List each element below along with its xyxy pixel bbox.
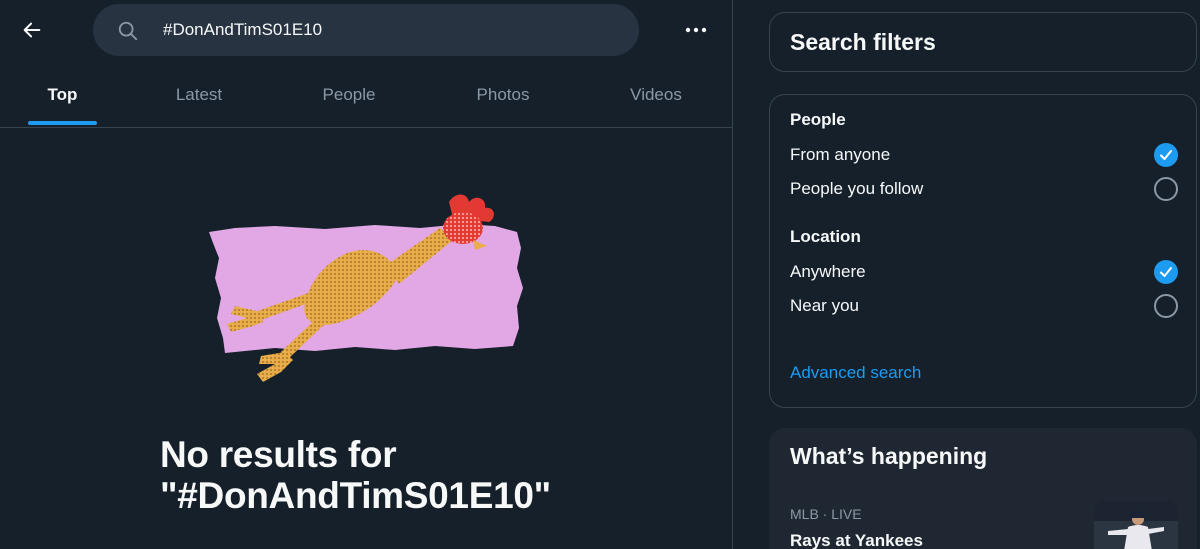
radio-checked-icon[interactable] (1154, 143, 1178, 167)
tab-people[interactable]: People (305, 62, 393, 127)
rubber-chicken-illustration (209, 194, 523, 382)
trend-title[interactable]: Rays at Yankees (790, 531, 923, 549)
trend-meta: MLB · LIVE (790, 506, 862, 522)
filter-option-label: From anyone (790, 145, 891, 164)
filter-option-near-you[interactable]: Near you (770, 289, 1196, 323)
filter-option-people-you-follow[interactable]: People you follow (770, 172, 1196, 206)
tab-videos[interactable]: Videos (615, 62, 697, 127)
filter-option-from-anyone[interactable]: From anyone (770, 138, 1196, 172)
no-results-heading: No results for "#DonAndTimS01E10" (160, 434, 551, 516)
arrow-left-icon (23, 22, 41, 38)
whats-happening-panel: What’s happening MLB · LIVE Rays at Yank… (769, 428, 1197, 549)
page: Top Latest People Photos Videos (0, 0, 1200, 549)
more-horizontal-icon (685, 27, 707, 33)
more-options-button[interactable] (676, 12, 716, 48)
back-button[interactable] (14, 12, 50, 48)
tab-top[interactable]: Top (28, 62, 97, 127)
radio-checked-icon[interactable] (1154, 260, 1178, 284)
search-tabs: Top Latest People Photos Videos (0, 62, 732, 128)
search-box[interactable] (93, 4, 639, 56)
filter-option-label: People you follow (790, 179, 924, 198)
search-filters-panel: People From anyone People you follow Loc… (769, 94, 1197, 408)
search-header (0, 0, 732, 62)
search-input[interactable] (163, 4, 623, 56)
search-filters-title: Search filters (790, 29, 936, 55)
location-filter-title: Location (790, 227, 861, 246)
whats-happening-title: What’s happening (790, 443, 988, 469)
tab-photos[interactable]: Photos (460, 62, 546, 127)
radio-unchecked-icon[interactable] (1154, 294, 1178, 318)
baseball-player-image (1094, 501, 1178, 549)
people-filter-title: People (790, 110, 846, 129)
filter-option-anywhere[interactable]: Anywhere (770, 255, 1196, 289)
search-icon (118, 21, 138, 41)
search-filters-header: Search filters (769, 12, 1197, 72)
advanced-search-link[interactable]: Advanced search (790, 363, 921, 383)
main-column: Top Latest People Photos Videos (0, 0, 733, 549)
trend-thumbnail[interactable] (1094, 501, 1178, 549)
radio-unchecked-icon[interactable] (1154, 177, 1178, 201)
filter-option-label: Near you (790, 296, 859, 315)
tab-latest[interactable]: Latest (160, 62, 238, 127)
active-tab-indicator (28, 121, 97, 125)
filter-option-label: Anywhere (790, 262, 866, 281)
